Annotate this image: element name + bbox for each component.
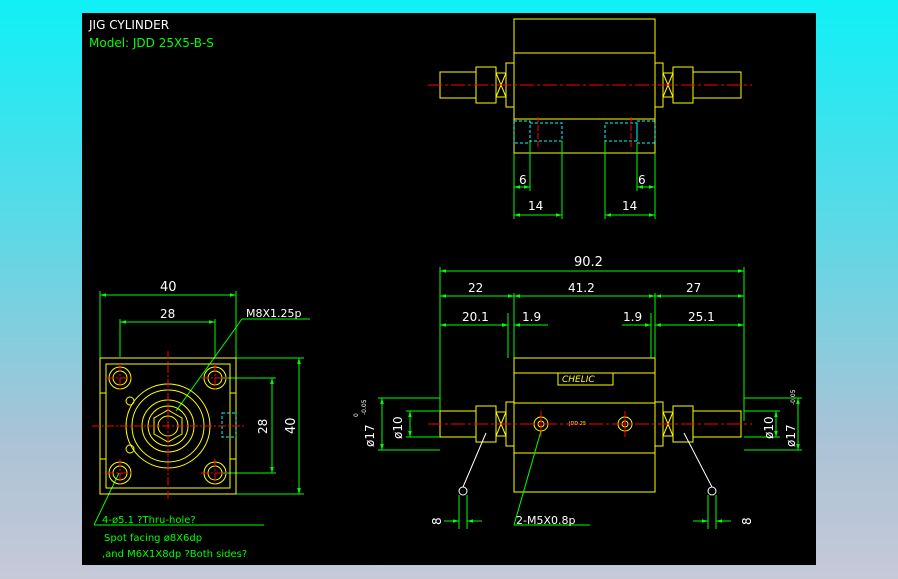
tol-left-lower: -0.05 <box>361 399 368 415</box>
thread-note: M8X1.25p <box>246 307 302 320</box>
top-view-body <box>513 18 656 154</box>
side-view: 90.2 22 41.2 27 20.1 1.9 1.9 25.1 CHELIC… <box>353 255 802 529</box>
port-note: 2-M5X0.8p <box>516 514 575 527</box>
hole-note-1: 4-ø5.1 ?Thru-hole? <box>102 515 196 526</box>
dim-sub-2: 1.9 <box>522 310 541 324</box>
dim-seg-2: 41.2 <box>568 281 595 295</box>
dim-overall: 90.2 <box>574 255 603 270</box>
dim-top-14-left: 14 <box>528 199 543 213</box>
dim-top-6-right: 6 <box>638 173 646 187</box>
dim-sub-4: 25.1 <box>688 310 715 324</box>
title-line-2: Model: JDD 25X5-B-S <box>89 36 214 50</box>
logo-text: CHELIC <box>562 375 595 385</box>
drawing-canvas: JIG CYLINDER Model: JDD 25X5-B-S 6 6 14 … <box>82 13 816 565</box>
hole-note-3: ,and M6X1X8dp ?Both sides? <box>102 549 247 560</box>
dim-wrench-left: 8 <box>430 517 444 525</box>
front-view: 40 28 40 28 M8X1.25p 4-ø5.1 ?Thru-hole? … <box>92 280 310 560</box>
dim-front-height: 40 <box>284 417 299 434</box>
cad-drawing: JIG CYLINDER Model: JDD 25X5-B-S 6 6 14 … <box>88 18 802 560</box>
dim-seg-1: 22 <box>468 281 483 295</box>
hole-note-2: Spot facing ø8X6dp <box>104 533 202 544</box>
dim-front-pitch-v: 28 <box>256 419 270 434</box>
tol-left-upper: 0 <box>353 413 360 417</box>
tol-right-lower: -0.05 <box>790 389 797 405</box>
dim-top-14-right: 14 <box>622 199 637 213</box>
dim-sub-3: 1.9 <box>623 310 642 324</box>
dim-front-width: 40 <box>160 280 177 295</box>
dim-left-rod-dia: ø17 <box>363 424 377 447</box>
dim-wrench-right: 8 <box>740 517 754 525</box>
dim-sub-1: 20.1 <box>462 310 489 324</box>
dim-right-shaft-dia: ø10 <box>762 416 776 439</box>
dim-left-shaft-dia: ø10 <box>391 416 405 439</box>
dim-right-rod-dia: ø17 <box>784 424 798 447</box>
top-view: 6 6 14 14 <box>428 18 752 219</box>
dim-front-pitch: 28 <box>160 307 175 321</box>
title-line-1: JIG CYLINDER <box>88 18 169 32</box>
dim-seg-3: 27 <box>686 281 701 295</box>
dim-top-6-left: 6 <box>519 173 527 187</box>
